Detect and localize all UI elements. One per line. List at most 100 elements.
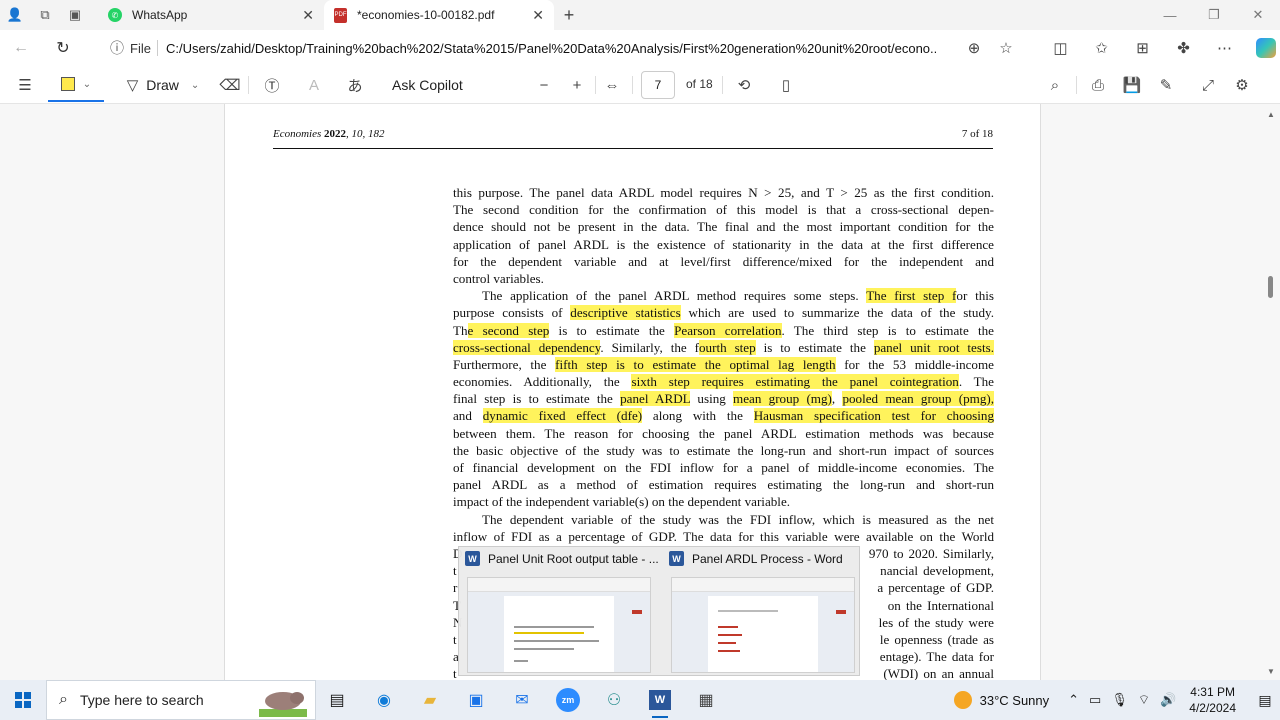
journal-year: 2022 [324,128,347,140]
minimize-button[interactable]: — [1148,0,1192,30]
vertical-scrollbar[interactable]: ▲ ▼ [1262,104,1280,680]
wifi-icon[interactable]: ⌔ [1138,692,1150,708]
text-line: of financial development on the FDI infl… [453,459,994,476]
notifications-icon[interactable]: ▤ [1250,680,1280,720]
start-button[interactable] [0,680,46,720]
tab-pdf[interactable]: PDF *economies-10-00182.pdf ✕ [324,0,554,30]
info-icon[interactable]: ⓘ [110,38,124,58]
preview-title: Panel Unit Root output table - ... [488,551,659,566]
text-segment: , [831,391,843,407]
save-as-icon[interactable]: ✎ [1152,66,1180,104]
highlight-button[interactable]: ⌄ [48,68,104,102]
text-line: for the dependent variable and at level/… [453,253,994,270]
page-number-input[interactable]: 7 [641,71,675,99]
clock[interactable]: 4:31 PM 4/2/2024 [1189,684,1236,716]
workspaces-icon[interactable]: ⧉ [30,0,60,30]
chevron-down-icon[interactable]: ⌄ [83,79,91,90]
zoom-icon[interactable]: ⊕ [958,30,990,66]
whatsapp-icon: ✆ [108,8,122,22]
preview-panel-unit-root[interactable]: W Panel Unit Root output table - ... [459,547,659,677]
windows-taskbar: ⌕ Type here to search ▤ ◉ ▰ ▣ ✉ zm ⚇ W ▦… [0,680,1280,720]
tab-actions-icon[interactable]: ▣ [60,0,90,30]
journal-name: Economies [273,128,322,140]
split-screen-icon[interactable]: ◫ [1040,30,1081,66]
text-line: Furthermore, the fifth step is to estima… [453,356,994,373]
highlighted-text: ourth step [699,339,756,355]
taskbar-search[interactable]: ⌕ Type here to search [46,680,316,720]
search-highlight-icon [259,692,307,717]
close-tab-icon[interactable]: ✕ [532,7,544,24]
toolbar-divider [722,76,723,94]
fit-width-icon[interactable]: ⇔ [598,66,626,104]
back-icon[interactable]: ← [0,39,42,57]
page-view-icon[interactable]: ▯ [772,66,800,104]
new-tab-button[interactable]: + [554,5,584,26]
edge-icon[interactable]: ◉ [368,684,400,716]
microphone-icon[interactable]: 🎙 [1111,692,1128,708]
volume-icon[interactable]: 🔊 [1160,692,1176,708]
close-tab-icon[interactable]: ✕ [302,7,314,24]
profile-icon[interactable]: 👤 [0,0,30,30]
weather-icon [953,691,972,709]
close-window-button[interactable]: ✕ [1236,0,1280,30]
contents-icon[interactable]: ☰ [10,66,40,104]
translate-icon[interactable]: あ [341,66,369,104]
text-line: the basic objective of the study was to … [453,442,994,459]
save-icon[interactable]: 💾 [1118,66,1146,104]
restore-button[interactable]: ❐ [1192,0,1236,30]
chevron-down-icon[interactable]: ⌄ [191,80,199,91]
word-app-icon[interactable]: W [644,684,676,718]
chevron-up-icon[interactable]: ⌃ [1068,692,1079,708]
text-segment: dence should not be present in the data.… [453,219,994,235]
weather-label[interactable]: 33°C Sunny [980,693,1050,708]
search-icon[interactable]: ⌕ [1041,66,1069,104]
copilot-icon[interactable] [1245,30,1280,66]
add-text-icon[interactable]: Ⓣ [258,66,286,104]
print-icon[interactable]: ⎙ [1084,66,1112,104]
tab-whatsapp[interactable]: ✆ WhatsApp ✕ [98,0,324,30]
camera-icon[interactable]: ▭ [1089,692,1101,708]
tab-label: *economies-10-00182.pdf [357,8,495,22]
calculator-icon[interactable]: ▦ [690,684,722,716]
more-menu-icon[interactable]: ⋯ [1204,30,1245,66]
settings-icon[interactable]: ⚙ [1228,66,1256,104]
text-segment: Th [453,322,468,338]
browser-tab-bar: 👤 ⧉ ▣ ✆ WhatsApp ✕ PDF *economies-10-001… [0,0,1280,30]
journal-volume: , 10, 182 [346,128,385,140]
preview-panel-ardl[interactable]: W Panel ARDL Process - Word [663,547,859,677]
favorites-icon[interactable]: ✩ [1081,30,1122,66]
ask-copilot-button[interactable]: Ask Copilot [392,66,472,104]
scroll-down-icon[interactable]: ▼ [1267,667,1275,676]
scroll-up-icon[interactable]: ▲ [1267,110,1275,119]
read-aloud-icon[interactable]: A [300,66,328,104]
extensions-icon[interactable]: ✤ [1163,30,1204,66]
mail-icon[interactable]: ✉ [506,684,538,716]
url-text[interactable]: C:/Users/zahid/Desktop/Training%20bach%2… [166,41,936,56]
zoom-app-icon[interactable]: zm [552,684,584,716]
draw-button[interactable]: ▽ Draw ⌄ [118,66,208,104]
zoom-out-icon[interactable]: − [530,66,558,104]
text-line: purpose consists of descriptive statisti… [453,304,994,321]
task-view-icon[interactable]: ▤ [321,684,353,716]
refresh-icon[interactable]: ↻ [42,38,84,58]
text-segment: of financial development on the FDI infl… [453,460,994,475]
search-icon: ⌕ [59,691,68,708]
network-app-icon[interactable]: ⚇ [598,684,630,716]
url-box[interactable]: ⓘ File C:/Users/zahid/Desktop/Training%2… [104,34,984,62]
eraser-icon[interactable]: ⌫ [216,66,244,104]
text-segment: Furthermore, the [453,356,556,372]
store-icon[interactable]: ▣ [460,684,492,716]
search-placeholder: Type here to search [79,692,204,708]
zoom-in-icon[interactable]: + [563,66,591,104]
pdf-icon: PDF [334,7,347,23]
fullscreen-icon[interactable]: ⤢ [1194,66,1222,104]
favorite-star-icon[interactable]: ☆ [990,30,1022,66]
highlighted-text: Pearson correlation [674,322,782,338]
toolbar-divider [595,76,596,94]
rotate-icon[interactable]: ⟲ [730,66,758,104]
toolbar-divider [632,76,633,94]
file-explorer-icon[interactable]: ▰ [414,684,446,716]
collections-icon[interactable]: ⊞ [1122,30,1163,66]
windows-icon [15,692,31,708]
scroll-thumb[interactable] [1268,276,1273,298]
